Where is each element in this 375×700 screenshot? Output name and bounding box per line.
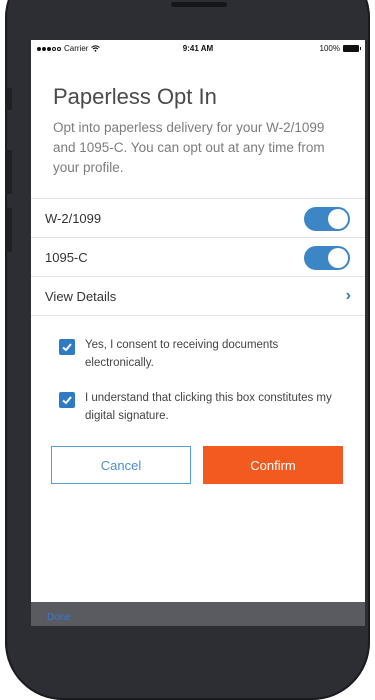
- consent-electronic-checkbox[interactable]: [59, 339, 75, 355]
- setting-label-1095c: 1095-C: [45, 249, 88, 265]
- phone-screen: Carrier 9:41 AM 100% Paperless Opt In Op…: [31, 40, 365, 626]
- status-time: 9:41 AM: [182, 44, 214, 53]
- consent-signature-label: I understand that clicking this box cons…: [85, 392, 332, 422]
- confirm-button[interactable]: Confirm: [203, 446, 343, 484]
- w2-toggle[interactable]: [304, 207, 350, 231]
- page-title: Paperless Opt In: [53, 84, 217, 109]
- phone-frame: Carrier 9:41 AM 100% Paperless Opt In Op…: [5, 0, 370, 700]
- checkmark-icon: [62, 343, 72, 352]
- volume-down-button: [5, 208, 12, 252]
- 1095c-toggle[interactable]: [304, 246, 350, 270]
- battery-percent: 100%: [319, 44, 340, 53]
- consent-electronic: Yes, I consent to receiving documents el…: [59, 336, 349, 372]
- battery-info: 100%: [319, 44, 361, 53]
- view-details-label: View Details: [45, 288, 117, 304]
- speaker-grille: [171, 2, 227, 7]
- toggle-knob: [328, 209, 348, 229]
- toggle-knob: [328, 248, 348, 268]
- mute-switch: [5, 88, 12, 110]
- consent-signature-checkbox[interactable]: [59, 392, 75, 408]
- consent-electronic-label: Yes, I consent to receiving documents el…: [85, 339, 279, 369]
- volume-up-button: [5, 150, 12, 194]
- done-button[interactable]: Done: [47, 612, 71, 623]
- setting-row-1095c: 1095-C: [31, 237, 365, 276]
- setting-label-w2: W-2/1099: [45, 210, 102, 226]
- page-description: Opt into paperless delivery for your W-2…: [53, 120, 325, 175]
- bottom-bar: Done: [31, 602, 365, 626]
- chevron-right-icon: ›: [345, 287, 351, 304]
- checkmark-icon: [62, 396, 72, 405]
- view-details-row[interactable]: View Details ›: [31, 276, 365, 316]
- setting-row-w2: W-2/1099: [31, 198, 365, 237]
- battery-icon: [343, 45, 361, 52]
- consent-signature: I understand that clicking this box cons…: [59, 389, 349, 425]
- status-bar: Carrier 9:41 AM 100%: [31, 40, 365, 60]
- cancel-button[interactable]: Cancel: [51, 446, 191, 484]
